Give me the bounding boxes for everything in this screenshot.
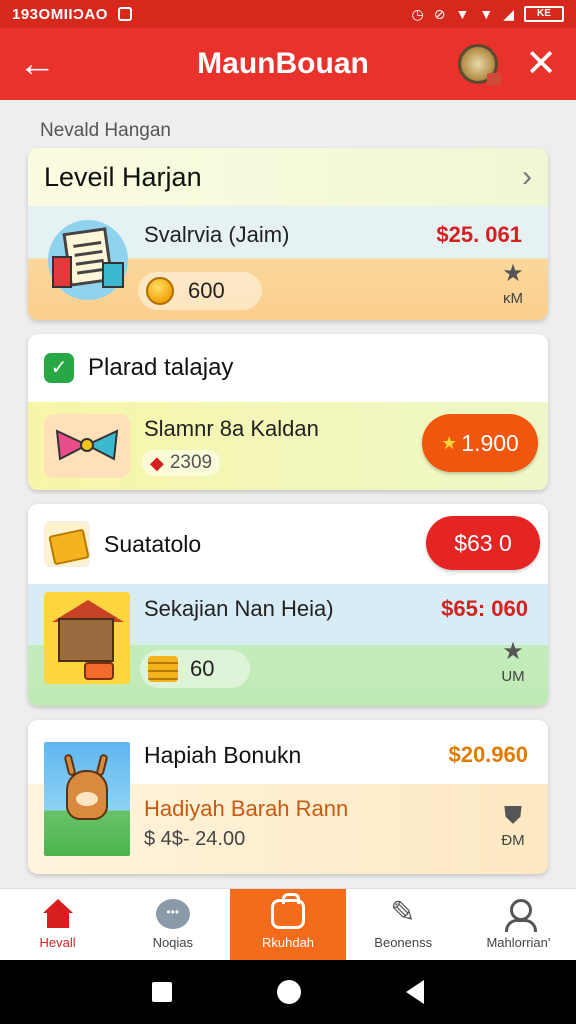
coin-amount: 60	[190, 656, 215, 681]
back-triangle-icon[interactable]	[405, 980, 424, 1004]
reward-card-title: Plarad talajay	[88, 354, 234, 381]
nav-business-label: Beonenss	[374, 935, 433, 950]
nav-profile-label: Mahlorrian'	[486, 935, 551, 950]
coin-pill: 60	[140, 650, 250, 688]
side-badge-label: ÐM	[501, 832, 525, 849]
home-icon	[41, 899, 75, 929]
document-bundle-icon	[48, 220, 128, 300]
page-title: MaunBouan	[197, 47, 369, 80]
signal-icon: ◢	[503, 5, 514, 22]
notification-icon	[117, 7, 132, 21]
house-icon	[44, 592, 130, 684]
level-card-header[interactable]: Leveil Harjan ›	[28, 148, 548, 206]
bag-icon	[271, 893, 305, 929]
bonus-value: $ 4$- 24.00	[144, 828, 246, 850]
status-time: 193OMIIƆAO	[12, 5, 108, 23]
level-card[interactable]: Leveil Harjan › Svalrvia (Jaim) $25. 061…	[28, 148, 548, 320]
item-price: $65: 060	[441, 596, 528, 621]
wifi-icon: ▼	[455, 6, 470, 22]
wifi-icon-2: ▼	[479, 6, 494, 22]
check-badge-icon: ✓	[44, 353, 74, 383]
side-badge-label: ĸM	[503, 290, 523, 307]
bonus-subtitle: Hadiyah Barah Rann	[144, 796, 349, 821]
coin-icon	[146, 277, 174, 305]
nav-messages[interactable]: Noqias	[115, 889, 230, 960]
chat-icon	[155, 899, 190, 929]
item-name: Sekajian Nan Heia)	[144, 596, 334, 621]
bonus-card[interactable]: Hapiah Bonukn $20.960 Hadiyah Barah Rann…	[28, 720, 548, 874]
item-name: Slamnr 8a Kaldan	[144, 416, 319, 441]
level-card-title: Leveil Harjan	[44, 161, 202, 192]
item-name: Svalrvia (Jaim)	[144, 222, 290, 247]
reward-card-body: Slamnr 8a Kaldan ◆ 2309 ★ 1.900	[28, 402, 548, 490]
side-badge: ★ UM	[496, 638, 530, 686]
recents-icon[interactable]	[152, 982, 173, 1002]
profile-icon	[501, 899, 538, 932]
mute-icon: ⊘	[433, 5, 446, 22]
star-badge-icon: ★	[502, 638, 524, 665]
battery-icon: KE	[524, 6, 564, 22]
buy-button[interactable]: $63 0	[426, 516, 540, 570]
chevron-right-icon[interactable]: ›	[522, 160, 532, 194]
side-badge: ⛊ ÐM	[496, 802, 530, 850]
alarm-icon: ◷	[411, 5, 424, 22]
gold-bag-icon	[44, 521, 90, 567]
side-badge: ★ ĸM	[496, 260, 530, 308]
nav-home[interactable]: Hevall	[0, 889, 115, 960]
coin-pill: 600	[138, 272, 262, 310]
bottom-navigation: Hevall Noqias Rkuhdah Beonenss Mahlorria…	[0, 888, 576, 960]
nav-business[interactable]: Beonenss	[346, 889, 461, 960]
close-icon[interactable]: ✕	[524, 45, 558, 83]
package-card-header: Suatatolo $63 0	[28, 504, 548, 584]
fox-character-icon	[44, 742, 130, 856]
arrow-left-icon[interactable]: ←	[18, 45, 68, 83]
star-icon: ★	[441, 432, 458, 453]
side-badge-label: UM	[501, 668, 525, 685]
star-badge-icon: ★	[502, 260, 524, 287]
gem-pill: ◆ 2309	[142, 450, 221, 476]
package-card-body: Sekajian Nan Heia) $65: 060 60 ★ UM	[28, 584, 548, 706]
redeem-button-label: 1.900	[461, 429, 519, 456]
reward-card[interactable]: ✓ Plarad talajay Slamnr 8a Kaldan ◆ 2309…	[28, 334, 548, 490]
system-navigation	[0, 960, 576, 1024]
bonus-title: Hapiah Bonukn	[144, 742, 302, 768]
bonus-price: $20.960	[448, 742, 528, 767]
status-bar: 193OMIIƆAO ◷ ⊘ ▼ ▼ ◢ KE	[0, 0, 576, 28]
status-icons: ◷ ⊘ ▼ ▼ ◢ KE	[412, 6, 564, 23]
home-button-icon[interactable]	[276, 980, 301, 1004]
package-card-title: Suatatolo	[104, 530, 202, 557]
level-card-body: Svalrvia (Jaim) $25. 061 600 ★ ĸM	[28, 206, 548, 320]
coin-amount: 600	[188, 278, 225, 303]
nav-home-label: Hevall	[39, 935, 76, 950]
nav-profile[interactable]: Mahlorrian'	[461, 889, 576, 960]
reward-card-header: ✓ Plarad talajay	[28, 334, 548, 402]
ruby-icon: ◆	[150, 452, 164, 473]
redeem-button[interactable]: ★ 1.900	[422, 414, 538, 472]
package-card[interactable]: Suatatolo $63 0 Sekajian Nan Heia) $65: …	[28, 504, 548, 706]
shield-badge-icon: ⛊	[504, 802, 522, 829]
ribbon-bow-icon	[44, 414, 130, 478]
app-bar: ← MaunBouan ✕	[0, 28, 576, 100]
section-label: Nevald Hangan	[40, 120, 171, 141]
item-price: $25. 061	[436, 222, 522, 247]
edit-icon	[386, 895, 420, 930]
medal-icon[interactable]	[458, 44, 501, 85]
coin-stack-icon	[148, 656, 178, 682]
nav-shop-label: Rkuhdah	[261, 935, 315, 950]
gem-amount: 2309	[169, 452, 213, 473]
nav-messages-label: Noqias	[152, 935, 194, 950]
nav-shop[interactable]: Rkuhdah	[230, 889, 346, 960]
